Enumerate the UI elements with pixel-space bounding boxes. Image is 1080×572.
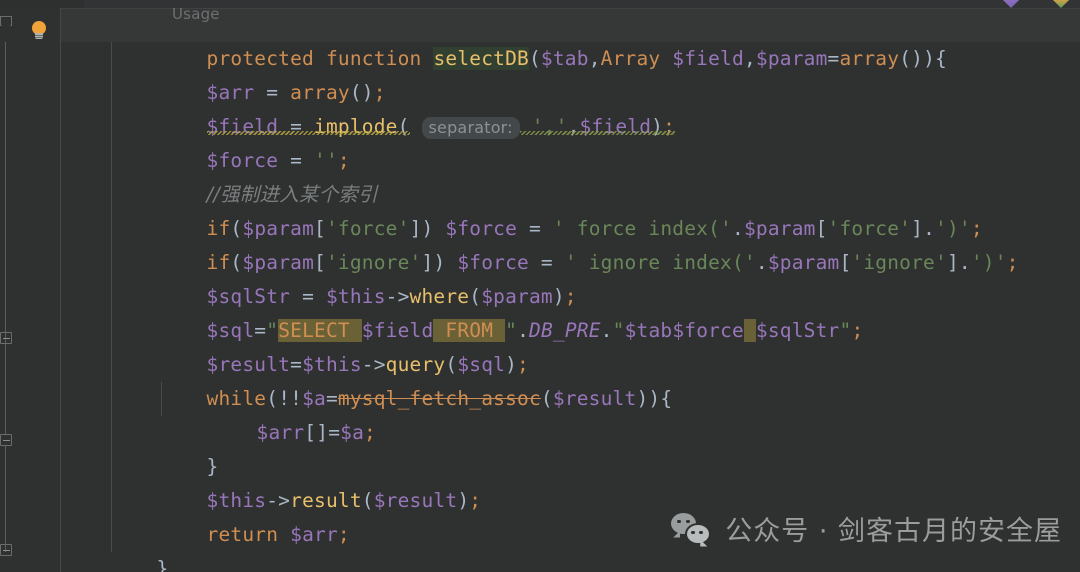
code-line[interactable]: $field = implode( separator: ',',$field)… <box>61 76 1080 139</box>
code-line[interactable]: //强制进入某个索引 <box>61 144 1080 206</box>
code-line[interactable]: } <box>61 518 1080 572</box>
code-content-area[interactable]: Usage protected function selectDB($tab,Ar… <box>61 5 1080 572</box>
code-line[interactable]: if($param['ignore']) $force = ' ignore i… <box>61 212 1080 274</box>
fold-marker-icon[interactable] <box>0 332 12 344</box>
fold-marker-icon[interactable] <box>0 434 12 446</box>
scrollbar-strip-gutter <box>0 0 84 8</box>
code-line[interactable]: if($param['force']) $force = ' force ind… <box>61 178 1080 240</box>
code-editor[interactable]: Usage protected function selectDB($tab,Ar… <box>0 0 1080 572</box>
token-punc: } <box>156 557 169 572</box>
code-line[interactable]: $arr = array(); <box>61 42 1080 104</box>
fold-arrow-icon[interactable] <box>0 16 12 32</box>
code-line[interactable]: $sqlStr = $this->where($param); <box>61 246 1080 308</box>
fold-line <box>5 446 6 552</box>
lightbulb-icon[interactable] <box>30 21 48 41</box>
usage-inlay-hint: Usage <box>172 5 220 23</box>
code-line[interactable]: $force = ''; <box>61 110 1080 172</box>
code-line[interactable]: Usage protected function selectDB($tab,Ar… <box>61 5 1080 70</box>
code-line[interactable]: return $arr; <box>61 484 1080 546</box>
fold-line <box>5 370 6 434</box>
scrollbar-strip[interactable] <box>0 0 1080 8</box>
code-line[interactable]: $sql="SELECT $field FROM ".DB_PRE."$tab$… <box>61 280 1080 342</box>
editor-gutter[interactable] <box>0 8 60 572</box>
lightbulb-base <box>35 33 43 39</box>
code-line[interactable]: while(!!$a=mysql_fetch_assoc($result)){ <box>61 348 1080 410</box>
green-marker-icon[interactable] <box>1053 0 1069 8</box>
fold-marker-icon[interactable] <box>0 544 12 556</box>
fold-line <box>5 42 6 332</box>
code-line[interactable]: $this->result($result); <box>61 450 1080 512</box>
code-line[interactable]: $arr[]=$a; <box>61 382 1080 444</box>
code-line[interactable]: $result=$this->query($sql); <box>61 314 1080 376</box>
code-lines: Usage protected function selectDB($tab,Ar… <box>61 5 1080 572</box>
violet-marker-icon[interactable] <box>1003 0 1019 8</box>
code-line[interactable]: } <box>61 416 1080 478</box>
